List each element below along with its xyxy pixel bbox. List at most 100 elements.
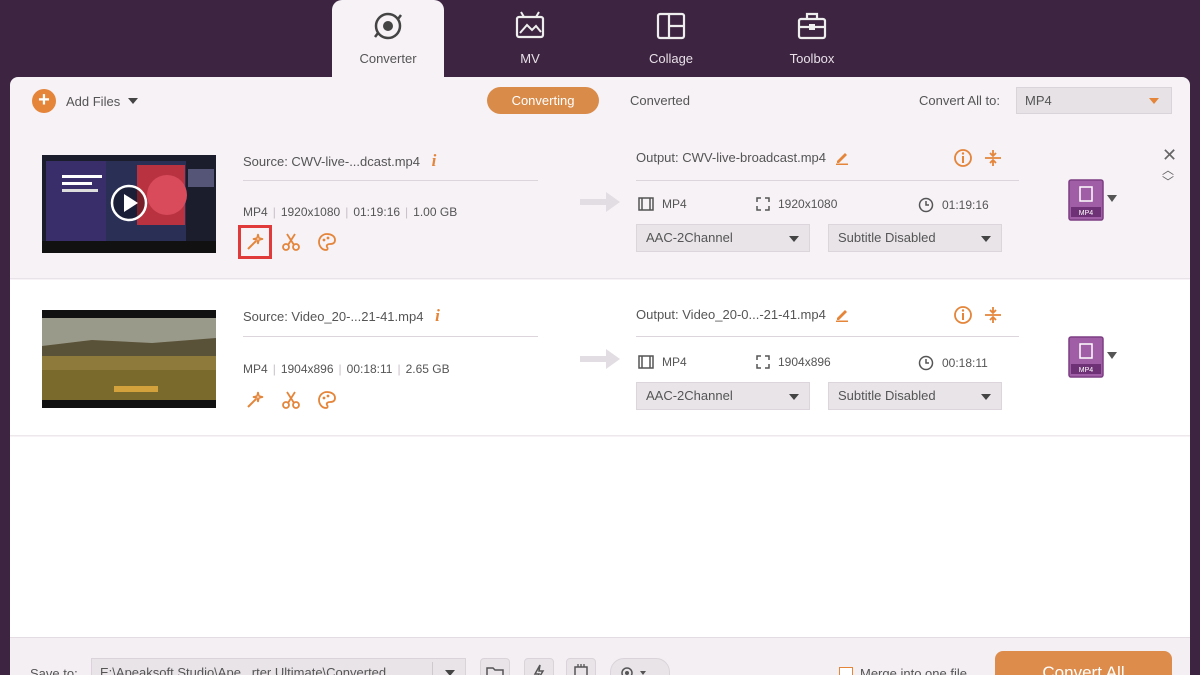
compress-icon[interactable] bbox=[982, 304, 1004, 326]
film-icon bbox=[638, 355, 654, 369]
convert-all-button[interactable]: Convert All bbox=[995, 651, 1172, 675]
settings-button[interactable] bbox=[610, 658, 670, 675]
converter-panel: + Add Files Converting Converted Convert… bbox=[10, 77, 1190, 675]
source-filename: Source: Video_20-...21-41.mp4 i bbox=[243, 306, 440, 326]
tab-converting[interactable]: Converting bbox=[487, 87, 599, 114]
divider bbox=[636, 336, 1019, 337]
scissors-icon bbox=[282, 233, 300, 251]
chevron-down-icon bbox=[981, 236, 991, 242]
tab-mv[interactable]: MV bbox=[474, 0, 586, 78]
output-format-badge[interactable]: MP4 bbox=[1068, 179, 1104, 221]
gpu-button[interactable] bbox=[566, 658, 596, 675]
bottom-bar: Save to: E:\Apeaksoft Studio\Ape...rter … bbox=[10, 637, 1190, 675]
chevron-down-icon[interactable]: ﹀ bbox=[1162, 173, 1174, 190]
magic-wand-icon bbox=[247, 233, 264, 250]
audio-track-value: AAC-2Channel bbox=[646, 230, 733, 245]
output-label: Output: Video_20-0...-21-41.mp4 bbox=[636, 306, 826, 322]
checkbox[interactable] bbox=[839, 666, 853, 675]
open-folder-button[interactable] bbox=[480, 658, 510, 675]
effects-button[interactable] bbox=[315, 230, 339, 254]
subtitle-value: Subtitle Disabled bbox=[838, 230, 936, 245]
badge-label: MP4 bbox=[1079, 367, 1094, 374]
tab-converted[interactable]: Converted bbox=[610, 87, 710, 114]
chevron-down-icon[interactable] bbox=[1107, 352, 1117, 359]
enhance-button[interactable] bbox=[238, 225, 272, 259]
effects-button[interactable] bbox=[315, 388, 339, 412]
chevron-down-icon bbox=[1149, 98, 1159, 104]
output-resolution: 1904x896 bbox=[756, 355, 831, 369]
output-filename: Output: Video_20-0...-21-41.mp4 bbox=[636, 306, 850, 322]
chevron-down-icon[interactable] bbox=[1107, 195, 1117, 202]
cut-button[interactable] bbox=[279, 388, 303, 412]
source-label: Source: Video_20-...21-41.mp4 bbox=[243, 309, 424, 324]
lightning-icon bbox=[533, 664, 545, 675]
file-list-empty-area bbox=[10, 437, 1190, 637]
info-icon[interactable]: i bbox=[432, 151, 437, 170]
audio-track-select[interactable]: AAC-2Channel bbox=[636, 382, 810, 410]
cut-button[interactable] bbox=[279, 230, 303, 254]
hardware-accel-button[interactable] bbox=[524, 658, 554, 675]
source-resolution: 1904x896 bbox=[280, 362, 334, 376]
video-thumbnail[interactable] bbox=[42, 310, 216, 408]
video-thumbnail[interactable] bbox=[42, 155, 216, 253]
output-format-value: MP4 bbox=[662, 197, 687, 211]
divider bbox=[636, 180, 1019, 181]
enhance-button[interactable] bbox=[243, 388, 267, 412]
toolbox-icon bbox=[797, 12, 827, 40]
converter-toolbar: + Add Files Converting Converted Convert… bbox=[10, 77, 1190, 123]
chevron-down-icon bbox=[445, 670, 455, 675]
resize-icon bbox=[756, 355, 770, 369]
output-resolution: 1920x1080 bbox=[756, 197, 837, 211]
output-filename: Output: CWV-live-broadcast.mp4 bbox=[636, 149, 850, 165]
file-row: Source: Video_20-...21-41.mp4 i MP4 | 1904… bbox=[10, 280, 1190, 436]
info-icon[interactable]: i bbox=[435, 306, 440, 325]
chip-icon bbox=[574, 664, 588, 675]
convert-all-to-label: Convert All to: bbox=[919, 93, 1000, 108]
audio-track-select[interactable]: AAC-2Channel bbox=[636, 224, 810, 252]
convert-all-format-value: MP4 bbox=[1025, 93, 1052, 108]
compress-icon[interactable] bbox=[982, 147, 1004, 169]
info-circle-icon[interactable] bbox=[952, 147, 974, 169]
output-resolution-value: 1920x1080 bbox=[778, 197, 838, 211]
tab-collage-label: Collage bbox=[648, 51, 694, 66]
tab-converter-label: Converter bbox=[359, 51, 417, 66]
source-meta: MP4 | 1904x896 | 00:18:11 | 2.65 GB bbox=[243, 362, 450, 376]
save-path-select[interactable]: E:\Apeaksoft Studio\Ape...rter Ultimate\… bbox=[91, 658, 466, 675]
source-size: 2.65 GB bbox=[405, 362, 450, 376]
audio-track-value: AAC-2Channel bbox=[646, 388, 733, 403]
subtitle-value: Subtitle Disabled bbox=[838, 388, 936, 403]
add-files-button[interactable]: + Add Files bbox=[32, 89, 139, 113]
tab-collage[interactable]: Collage bbox=[615, 0, 727, 78]
badge-label: MP4 bbox=[1079, 210, 1094, 217]
divider bbox=[243, 180, 538, 181]
output-format: MP4 bbox=[638, 197, 687, 211]
edit-pencil-icon[interactable] bbox=[834, 306, 850, 322]
chevron-down-icon[interactable] bbox=[128, 98, 139, 104]
output-duration: 00:18:11 bbox=[918, 355, 988, 371]
output-format-badge[interactable]: MP4 bbox=[1068, 336, 1104, 378]
converter-icon bbox=[374, 12, 402, 40]
arrow-right-icon bbox=[580, 192, 620, 212]
output-duration-value: 01:19:16 bbox=[942, 198, 989, 212]
subtitle-select[interactable]: Subtitle Disabled bbox=[828, 382, 1002, 410]
subtitle-select[interactable]: Subtitle Disabled bbox=[828, 224, 1002, 252]
thumbnail-image bbox=[42, 155, 216, 253]
info-circle-icon[interactable] bbox=[952, 304, 974, 326]
tab-toolbox[interactable]: Toolbox bbox=[756, 0, 868, 78]
convert-all-format-select[interactable]: MP4 bbox=[1016, 87, 1172, 114]
chevron-down-icon bbox=[789, 236, 799, 242]
clock-icon bbox=[918, 197, 934, 213]
source-duration: 01:19:16 bbox=[353, 205, 401, 219]
gear-icon bbox=[621, 667, 646, 675]
edit-pencil-icon[interactable] bbox=[834, 149, 850, 165]
source-format: MP4 bbox=[243, 205, 268, 219]
output-duration: 01:19:16 bbox=[918, 197, 989, 213]
folder-icon bbox=[486, 667, 504, 675]
magic-wand-icon bbox=[247, 391, 264, 408]
tab-converter[interactable]: Converter bbox=[332, 0, 444, 78]
divider bbox=[243, 336, 538, 337]
merge-checkbox[interactable]: Merge into one file bbox=[839, 666, 967, 675]
output-actions bbox=[952, 304, 1012, 326]
merge-label: Merge into one file bbox=[860, 666, 967, 675]
file-row: Source: CWV-live-...dcast.mp4 i MP4 | 1920… bbox=[10, 123, 1190, 279]
